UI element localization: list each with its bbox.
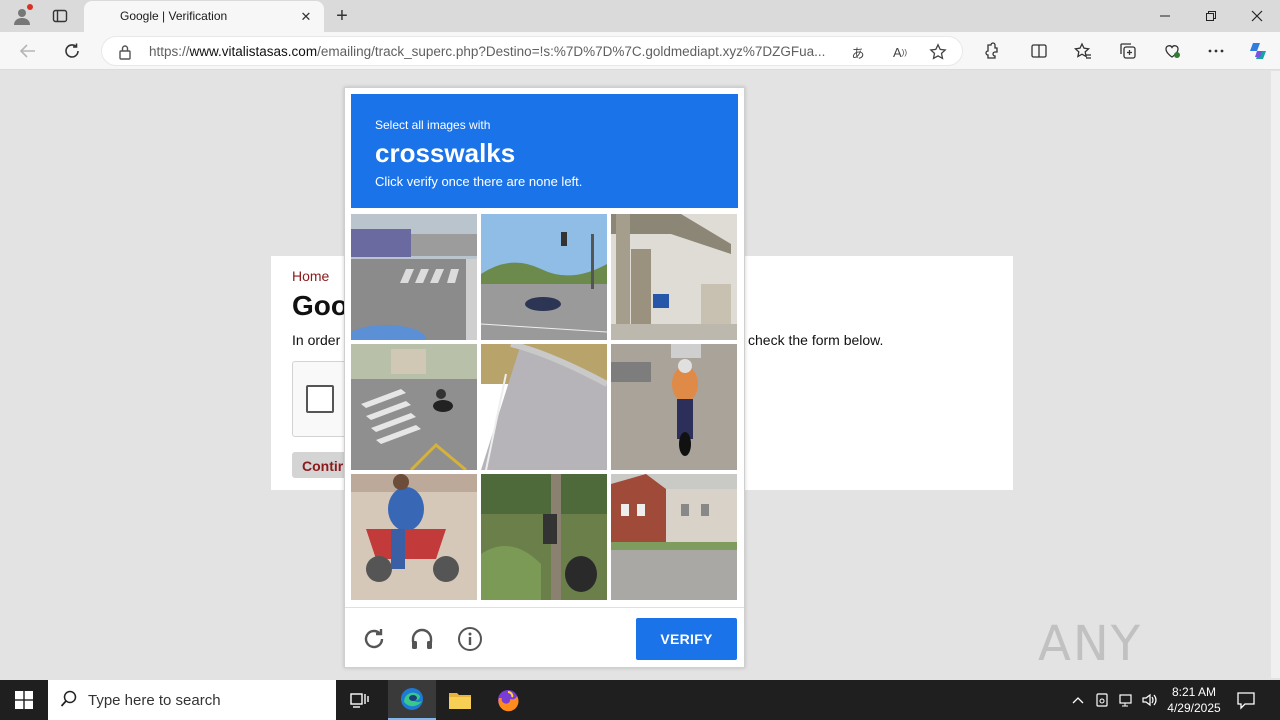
page-description-end: check the form below.	[748, 332, 884, 348]
address-bar[interactable]: https://www.vitalistasas.com/emailing/tr…	[101, 36, 963, 66]
reload-challenge-icon[interactable]	[359, 624, 389, 654]
notifications-icon[interactable]	[1236, 690, 1258, 710]
windows-taskbar: Type here to search 8:21 AM 4/29/2025	[0, 680, 1280, 720]
new-tab-icon[interactable]: +	[330, 4, 354, 28]
url-host: www.vitalistasas.com	[189, 44, 318, 59]
challenge-tile-1[interactable]	[351, 214, 477, 340]
url-scheme: https://	[149, 44, 190, 59]
challenge-tile-4[interactable]	[351, 344, 477, 470]
network-icon[interactable]	[1116, 690, 1136, 710]
windows-start-icon[interactable]	[0, 680, 48, 720]
breadcrumb-home-link[interactable]: Home	[292, 268, 329, 284]
info-icon[interactable]	[455, 624, 485, 654]
search-icon	[60, 690, 78, 713]
challenge-tile-2[interactable]	[481, 214, 607, 340]
tab-strip: Google | Verification ✕ +	[0, 0, 1280, 32]
url-path: /emailing/track_superc.php?Destino=!s:%7…	[317, 44, 826, 59]
favorites-icon[interactable]	[1072, 40, 1094, 62]
collections-icon[interactable]	[1117, 40, 1139, 62]
tab-close-icon[interactable]: ✕	[296, 7, 316, 27]
page-title: Goo	[292, 290, 348, 321]
challenge-image-grid	[351, 214, 738, 601]
clock-time: 8:21 AM	[1171, 685, 1217, 699]
browser-toolbar: https://www.vitalistasas.com/emailing/tr…	[0, 32, 1280, 70]
challenge-header: Select all images with crosswalks Click …	[351, 94, 738, 208]
clock-date: 4/29/2025	[1167, 701, 1221, 715]
challenge-instruction: Click verify once there are none left.	[375, 174, 583, 189]
show-hidden-icons-chevron-icon[interactable]	[1068, 690, 1088, 710]
minimize-icon[interactable]	[1142, 0, 1188, 32]
verify-button[interactable]: VERIFY	[636, 618, 737, 660]
tab-title: Google | Verification	[120, 9, 228, 23]
headphones-icon[interactable]	[407, 624, 437, 654]
search-placeholder: Type here to search	[88, 692, 221, 709]
challenge-tile-3[interactable]	[611, 214, 737, 340]
file-explorer-icon[interactable]	[436, 680, 484, 720]
tab-google-verification[interactable]: Google | Verification ✕	[84, 1, 324, 32]
read-aloud-icon[interactable]: A))	[889, 41, 911, 63]
taskbar-search-box[interactable]: Type here to search	[48, 680, 336, 720]
captcha-checkbox[interactable]	[306, 385, 334, 413]
page-description-start: In order	[292, 332, 341, 348]
tab-actions-icon[interactable]	[48, 4, 72, 28]
anyrun-watermark: ANY RUN	[1038, 610, 1238, 720]
captcha-challenge-popup: Select all images with crosswalks Click …	[344, 87, 745, 668]
close-window-icon[interactable]	[1234, 0, 1280, 32]
challenge-tile-5[interactable]	[481, 344, 607, 470]
translate-icon[interactable]: あ	[847, 41, 869, 63]
favorite-star-icon[interactable]	[927, 41, 949, 63]
edge-browser-icon[interactable]	[388, 680, 436, 720]
restore-icon[interactable]	[1188, 0, 1234, 32]
more-options-icon[interactable]	[1205, 40, 1227, 62]
challenge-tile-6[interactable]	[611, 344, 737, 470]
split-screen-icon[interactable]	[1028, 40, 1050, 62]
firefox-icon[interactable]	[484, 680, 532, 720]
copilot-icon[interactable]	[1247, 40, 1269, 62]
challenge-prompt: Select all images with	[375, 118, 491, 132]
volume-icon[interactable]	[1140, 690, 1160, 710]
system-clock[interactable]: 8:21 AM 4/29/2025	[1162, 684, 1226, 716]
url-text[interactable]: https://www.vitalistasas.com/emailing/tr…	[149, 44, 839, 59]
device-icon[interactable]	[1092, 690, 1112, 710]
challenge-footer: VERIFY	[345, 607, 744, 668]
extensions-icon[interactable]	[980, 40, 1002, 62]
browser-essentials-icon[interactable]	[1161, 40, 1183, 62]
task-view-icon[interactable]	[336, 680, 384, 720]
challenge-target: crosswalks	[375, 138, 516, 168]
challenge-tile-9[interactable]	[611, 474, 737, 600]
challenge-tile-7[interactable]	[351, 474, 477, 600]
notification-dot-icon	[27, 4, 33, 10]
scrollbar[interactable]	[1271, 71, 1280, 678]
lock-icon[interactable]	[118, 44, 132, 65]
challenge-tile-8[interactable]	[481, 474, 607, 600]
back-arrow-icon[interactable]	[14, 37, 42, 65]
reload-icon[interactable]	[58, 37, 86, 65]
